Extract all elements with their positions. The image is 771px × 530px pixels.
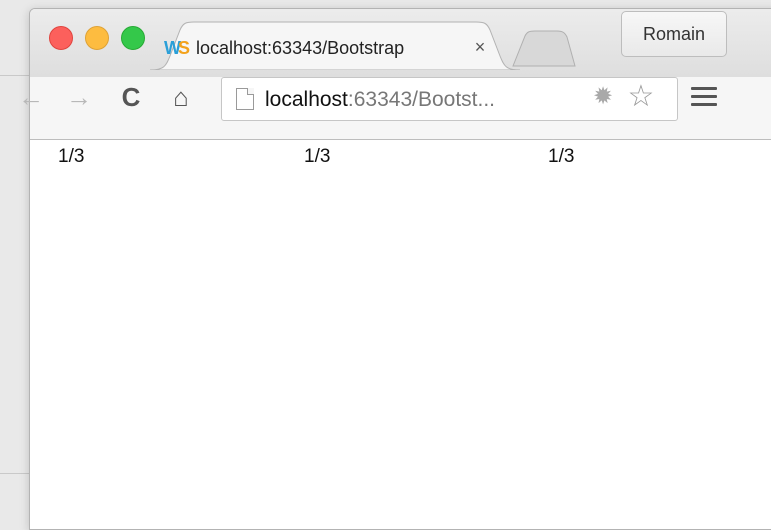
column-three-text: 1/3 xyxy=(548,146,575,167)
maximize-window-button[interactable] xyxy=(121,26,145,50)
address-bar-url[interactable]: localhost:63343/Bootst... xyxy=(265,86,585,114)
page-content xyxy=(30,140,771,529)
tab-title: localhost:63343/Bootstrap xyxy=(196,38,405,58)
forward-arrow-icon[interactable]: → xyxy=(62,80,96,114)
back-arrow-icon[interactable]: ← xyxy=(14,80,48,114)
desktop-edge-line xyxy=(0,75,30,76)
webstorm-favicon-icon: WS xyxy=(164,38,190,58)
profile-button[interactable]: Romain xyxy=(621,11,727,57)
bookmark-star-icon[interactable]: ☆ xyxy=(626,82,656,112)
column-one-text: 1/3 xyxy=(58,146,85,167)
page-icon xyxy=(236,88,254,110)
extension-icon[interactable]: ✹ xyxy=(590,84,616,110)
hamburger-menu-icon[interactable] xyxy=(691,87,717,107)
new-tab-button[interactable] xyxy=(505,28,577,68)
tab-close-icon[interactable]: × xyxy=(470,35,490,59)
close-window-button[interactable] xyxy=(49,26,73,50)
column-two-text: 1/3 xyxy=(304,146,331,167)
reload-icon[interactable]: C xyxy=(114,80,148,114)
home-icon[interactable]: ⌂ xyxy=(164,80,198,114)
desktop-edge-line xyxy=(0,473,30,474)
minimize-window-button[interactable] xyxy=(85,26,109,50)
